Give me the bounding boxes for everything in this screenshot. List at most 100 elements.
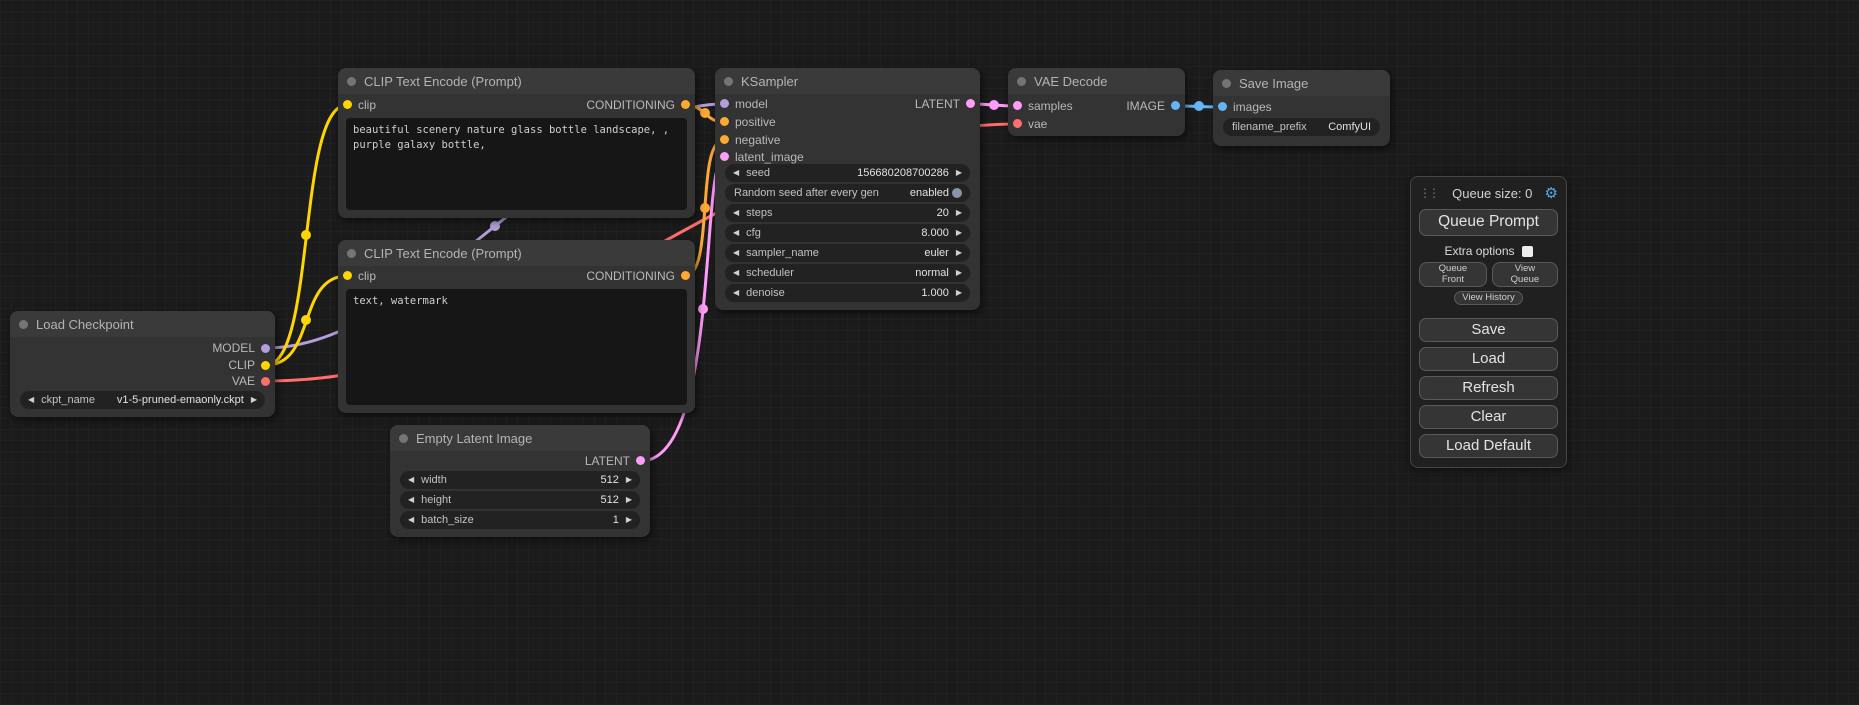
node-load-checkpoint[interactable]: Load Checkpoint MODEL CLIP VAE ◀ ckpt_na… bbox=[10, 311, 275, 417]
widget-label: steps bbox=[746, 207, 772, 219]
prompt-textarea[interactable]: beautiful scenery nature glass bottle la… bbox=[346, 118, 687, 210]
collapse-dot-icon[interactable] bbox=[399, 434, 408, 443]
prev-arrow-icon[interactable]: ◀ bbox=[733, 264, 739, 282]
port-negative-input[interactable] bbox=[720, 135, 729, 144]
prev-arrow-icon[interactable]: ◀ bbox=[733, 244, 739, 262]
increment-arrow-icon[interactable]: ▶ bbox=[956, 224, 962, 242]
view-history-button[interactable]: View History bbox=[1454, 291, 1523, 305]
node-graph-canvas[interactable]: Load Checkpoint MODEL CLIP VAE ◀ ckpt_na… bbox=[0, 0, 1859, 705]
widget-scheduler[interactable]: ◀ scheduler normal ▶ bbox=[725, 264, 970, 282]
increment-arrow-icon[interactable]: ▶ bbox=[626, 511, 632, 529]
decrement-arrow-icon[interactable]: ◀ bbox=[733, 204, 739, 222]
widget-cfg[interactable]: ◀ cfg 8.000 ▶ bbox=[725, 224, 970, 242]
widget-batch-size[interactable]: ◀ batch_size 1 ▶ bbox=[400, 511, 640, 529]
link-midpoint-dot bbox=[700, 203, 710, 213]
port-clip-output[interactable] bbox=[261, 361, 270, 370]
load-default-button[interactable]: Load Default bbox=[1419, 434, 1558, 458]
port-vae-output[interactable] bbox=[261, 377, 270, 386]
port-image-output[interactable] bbox=[1171, 101, 1180, 110]
port-positive-input[interactable] bbox=[720, 117, 729, 126]
prev-arrow-icon[interactable]: ◀ bbox=[28, 391, 34, 409]
port-clip-input[interactable] bbox=[343, 271, 352, 280]
next-arrow-icon[interactable]: ▶ bbox=[251, 391, 257, 409]
port-conditioning-output[interactable] bbox=[681, 271, 690, 280]
widget-value: normal bbox=[915, 267, 949, 279]
port-vae-input[interactable] bbox=[1013, 119, 1022, 128]
port-latent-output[interactable] bbox=[966, 99, 975, 108]
widget-random-seed-toggle[interactable]: Random seed after every gen enabled bbox=[725, 184, 970, 202]
port-latent-image-input[interactable] bbox=[720, 152, 729, 161]
node-save-image[interactable]: Save Image images filename_prefix ComfyU… bbox=[1213, 70, 1390, 146]
decrement-arrow-icon[interactable]: ◀ bbox=[733, 164, 739, 182]
node-ksampler[interactable]: KSampler model positive negative latent_… bbox=[715, 68, 980, 310]
port-samples-input[interactable] bbox=[1013, 101, 1022, 110]
node-title-bar[interactable]: Empty Latent Image bbox=[390, 425, 650, 451]
refresh-button[interactable]: Refresh bbox=[1419, 376, 1558, 400]
port-model-input[interactable] bbox=[720, 99, 729, 108]
decrement-arrow-icon[interactable]: ◀ bbox=[408, 471, 414, 489]
node-title-bar[interactable]: Load Checkpoint bbox=[10, 311, 275, 337]
next-arrow-icon[interactable]: ▶ bbox=[956, 244, 962, 262]
widget-denoise[interactable]: ◀ denoise 1.000 ▶ bbox=[725, 284, 970, 302]
collapse-dot-icon[interactable] bbox=[347, 77, 356, 86]
widget-width[interactable]: ◀ width 512 ▶ bbox=[400, 471, 640, 489]
view-queue-button[interactable]: View Queue bbox=[1492, 262, 1558, 287]
port-conditioning-output[interactable] bbox=[681, 100, 690, 109]
port-clip-input[interactable] bbox=[343, 100, 352, 109]
decrement-arrow-icon[interactable]: ◀ bbox=[733, 284, 739, 302]
node-title-bar[interactable]: Save Image bbox=[1213, 70, 1390, 96]
increment-arrow-icon[interactable]: ▶ bbox=[956, 204, 962, 222]
toggle-dot-icon[interactable] bbox=[952, 188, 962, 198]
increment-arrow-icon[interactable]: ▶ bbox=[956, 164, 962, 182]
clear-button[interactable]: Clear bbox=[1419, 405, 1558, 429]
node-title: Empty Latent Image bbox=[416, 431, 532, 446]
widget-value: euler bbox=[924, 247, 948, 259]
widget-height[interactable]: ◀ height 512 ▶ bbox=[400, 491, 640, 509]
queue-front-button[interactable]: Queue Front bbox=[1419, 262, 1487, 287]
widget-label: height bbox=[421, 494, 451, 506]
node-title: CLIP Text Encode (Prompt) bbox=[364, 246, 522, 261]
decrement-arrow-icon[interactable]: ◀ bbox=[408, 511, 414, 529]
prompt-textarea[interactable]: text, watermark bbox=[346, 289, 687, 405]
load-button[interactable]: Load bbox=[1419, 347, 1558, 371]
port-images-input[interactable] bbox=[1218, 102, 1227, 111]
collapse-dot-icon[interactable] bbox=[1222, 79, 1231, 88]
input-label-model: model bbox=[735, 97, 768, 111]
widget-seed[interactable]: ◀ seed 156680208700286 ▶ bbox=[725, 164, 970, 182]
node-title-bar[interactable]: KSampler bbox=[715, 68, 980, 94]
settings-gear-icon[interactable]: ⚙ bbox=[1545, 186, 1558, 201]
decrement-arrow-icon[interactable]: ◀ bbox=[408, 491, 414, 509]
output-label-clip: CLIP bbox=[228, 358, 255, 372]
node-clip-text-encode-negative[interactable]: CLIP Text Encode (Prompt) clip CONDITION… bbox=[338, 240, 695, 413]
node-title-bar[interactable]: VAE Decode bbox=[1008, 68, 1185, 94]
collapse-dot-icon[interactable] bbox=[19, 320, 28, 329]
port-latent-output[interactable] bbox=[636, 456, 645, 465]
node-clip-text-encode-positive[interactable]: CLIP Text Encode (Prompt) clip CONDITION… bbox=[338, 68, 695, 218]
decrement-arrow-icon[interactable]: ◀ bbox=[733, 224, 739, 242]
node-empty-latent-image[interactable]: Empty Latent Image LATENT ◀ width 512 ▶ … bbox=[390, 425, 650, 537]
collapse-dot-icon[interactable] bbox=[1017, 77, 1026, 86]
collapse-dot-icon[interactable] bbox=[347, 249, 356, 258]
port-model-output[interactable] bbox=[261, 344, 270, 353]
widget-filename-prefix[interactable]: filename_prefix ComfyUI bbox=[1223, 118, 1380, 136]
widget-value: v1-5-pruned-emaonly.ckpt bbox=[117, 394, 244, 406]
drag-handle-icon[interactable]: ⋮⋮ bbox=[1419, 186, 1440, 200]
collapse-dot-icon[interactable] bbox=[724, 77, 733, 86]
node-title-bar[interactable]: CLIP Text Encode (Prompt) bbox=[338, 68, 695, 94]
widget-value: ComfyUI bbox=[1328, 121, 1371, 133]
widget-sampler-name[interactable]: ◀ sampler_name euler ▶ bbox=[725, 244, 970, 262]
node-vae-decode[interactable]: VAE Decode samples vae IMAGE bbox=[1008, 68, 1185, 136]
extra-options-checkbox[interactable] bbox=[1522, 246, 1533, 257]
increment-arrow-icon[interactable]: ▶ bbox=[956, 284, 962, 302]
increment-arrow-icon[interactable]: ▶ bbox=[626, 491, 632, 509]
input-label-vae: vae bbox=[1028, 117, 1047, 131]
input-label-clip: clip bbox=[358, 98, 376, 112]
save-button[interactable]: Save bbox=[1419, 318, 1558, 342]
widget-value: enabled bbox=[910, 187, 949, 199]
next-arrow-icon[interactable]: ▶ bbox=[956, 264, 962, 282]
widget-steps[interactable]: ◀ steps 20 ▶ bbox=[725, 204, 970, 222]
node-title-bar[interactable]: CLIP Text Encode (Prompt) bbox=[338, 240, 695, 266]
widget-ckpt-name[interactable]: ◀ ckpt_name v1-5-pruned-emaonly.ckpt ▶ bbox=[20, 391, 265, 409]
queue-prompt-button[interactable]: Queue Prompt bbox=[1419, 209, 1558, 236]
increment-arrow-icon[interactable]: ▶ bbox=[626, 471, 632, 489]
